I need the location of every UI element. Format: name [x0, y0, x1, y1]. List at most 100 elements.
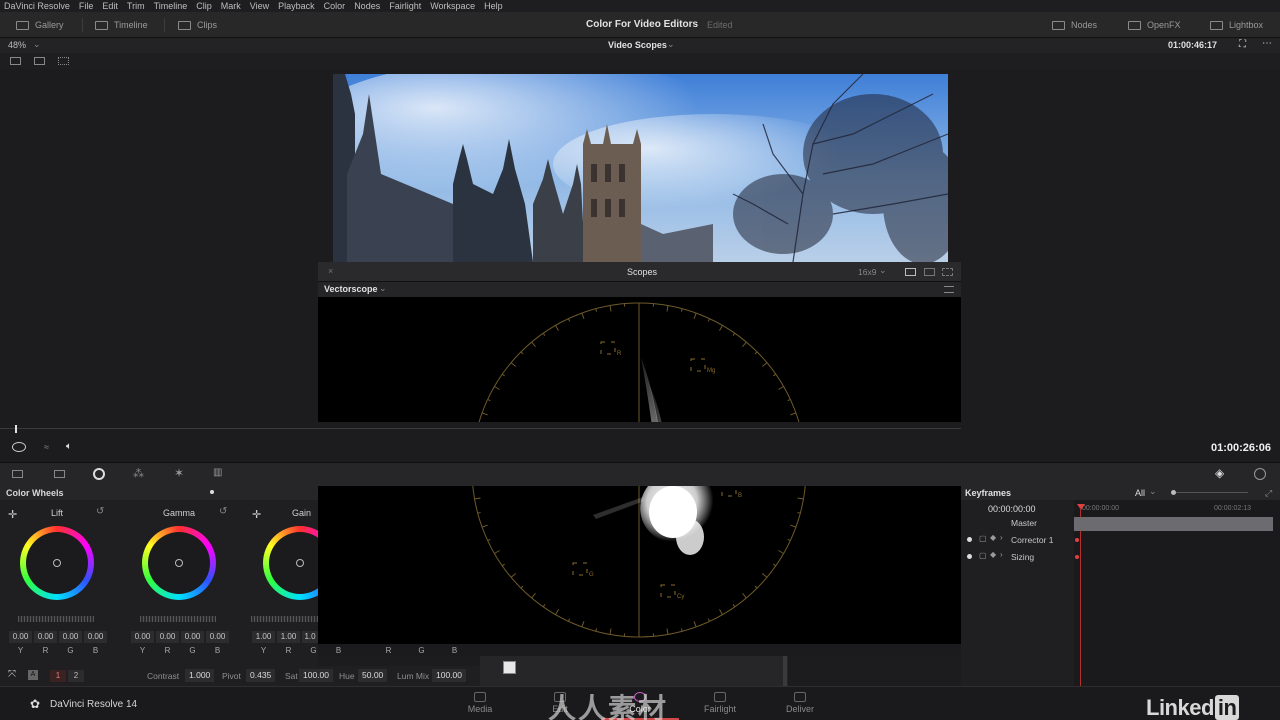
reset-icon[interactable]: ↺ [96, 506, 104, 517]
page-dot[interactable] [210, 490, 214, 494]
keyframe-mode-icon[interactable]: ◆ [990, 533, 996, 542]
menu-trim[interactable]: Trim [127, 1, 145, 11]
gamma-r-value[interactable]: 0.00 [156, 631, 179, 643]
gain-wheel[interactable] [263, 526, 318, 600]
lock-icon[interactable]: ▢ [979, 534, 987, 543]
color-wheels-icon[interactable] [93, 468, 105, 480]
lift-y-value[interactable]: 0.00 [9, 631, 32, 643]
hue-value[interactable]: 50.00 [358, 669, 388, 682]
gain-wheel-handle[interactable] [296, 559, 304, 567]
lum-mix-value[interactable]: 100.00 [432, 669, 466, 682]
menu-nodes[interactable]: Nodes [354, 1, 380, 11]
keyframe-marker[interactable] [1075, 555, 1079, 559]
lift-wheel[interactable] [20, 526, 94, 600]
crosshair-icon[interactable]: ✛ [252, 508, 261, 521]
speaker-icon[interactable]: 🔈︎ [66, 441, 72, 452]
aspect-dropdown[interactable]: 16x9 [858, 267, 876, 277]
menu-timeline[interactable]: Timeline [154, 1, 188, 11]
menu-edit[interactable]: Edit [102, 1, 118, 11]
scope-type-dropdown[interactable]: Vectorscope [324, 284, 378, 294]
color-match-icon[interactable] [54, 470, 65, 478]
lift-b-value[interactable]: 0.00 [84, 631, 107, 643]
keyframe-row-master[interactable]: Master [961, 516, 1074, 532]
timeline-button[interactable]: Timeline [95, 17, 148, 33]
info-icon[interactable] [1254, 468, 1266, 480]
gamma-y-value[interactable]: 0.00 [131, 631, 154, 643]
menu-view[interactable]: View [250, 1, 269, 11]
menu-fairlight[interactable]: Fairlight [389, 1, 421, 11]
node-thumbnail[interactable] [503, 661, 516, 674]
page-2-button[interactable]: 2 [68, 670, 84, 682]
motion-effects-icon[interactable]: ✶ [174, 466, 184, 480]
lift-r-value[interactable]: 0.00 [34, 631, 57, 643]
menu-workspace[interactable]: Workspace [430, 1, 475, 11]
scrub-track[interactable] [0, 428, 961, 429]
auto-balance-icon[interactable]: A [28, 670, 38, 680]
gain-r-value[interactable]: 1.00 [277, 631, 300, 643]
menu-color[interactable]: Color [324, 1, 346, 11]
lift-master-wheel[interactable] [18, 616, 94, 622]
gallery-button[interactable]: Gallery [16, 17, 64, 33]
keyframe-filter-dropdown[interactable]: All [1135, 488, 1145, 498]
scrub-playhead[interactable] [15, 425, 17, 433]
menu-mark[interactable]: Mark [221, 1, 241, 11]
dual-layout-icon[interactable] [924, 268, 935, 276]
scopes-icon[interactable]: ▥ [213, 467, 222, 478]
page-fairlight[interactable]: Fairlight [690, 692, 750, 714]
keyframe-mode-icon[interactable]: ◆ [990, 550, 996, 559]
fullscreen-icon[interactable]: ⛶ [1239, 39, 1246, 50]
lightbox-button[interactable]: Lightbox [1210, 17, 1263, 33]
page-deliver[interactable]: Deliver [770, 692, 830, 714]
gamma-b-value[interactable]: 0.00 [206, 631, 229, 643]
pivot-value[interactable]: 0.435 [246, 669, 276, 682]
keyframe-row-sizing[interactable]: ▢ ◆ › Sizing [961, 550, 1074, 566]
crosshair-icon[interactable]: ✛ [8, 508, 17, 521]
viewer-layout-icon[interactable] [10, 57, 21, 65]
keyframe-icon[interactable]: ◈ [1215, 466, 1224, 480]
menu-playback[interactable]: Playback [278, 1, 315, 11]
openfx-button[interactable]: OpenFX [1128, 17, 1181, 33]
nodes-button[interactable]: Nodes [1052, 17, 1097, 33]
chevron-right-icon[interactable]: › [1000, 533, 1003, 542]
gain-master-wheel[interactable] [251, 616, 318, 622]
clips-button[interactable]: Clips [178, 17, 217, 33]
menu-clip[interactable]: Clip [196, 1, 212, 11]
keyframe-marker[interactable] [1075, 538, 1079, 542]
ripple-icon[interactable]: ≈ [44, 442, 49, 452]
target-icon[interactable] [12, 442, 26, 452]
sat-value[interactable]: 100.00 [299, 669, 333, 682]
camera-raw-icon[interactable] [12, 470, 23, 478]
gamma-wheel-handle[interactable] [175, 559, 183, 567]
close-icon[interactable]: × [328, 266, 333, 276]
more-options-icon[interactable]: ⋯ [1262, 38, 1272, 49]
single-layout-icon[interactable] [905, 268, 916, 276]
lift-wheel-handle[interactable] [53, 559, 61, 567]
zoom-dropdown[interactable]: 48% [8, 40, 26, 50]
page-media[interactable]: Media [450, 692, 510, 714]
lock-icon[interactable]: ▢ [979, 551, 987, 560]
rgb-mixer-icon[interactable]: ⁂ [133, 467, 144, 480]
gain-g-value[interactable]: 1.0 [302, 631, 318, 643]
zoom-slider[interactable] [1176, 492, 1248, 493]
viewer-mode-dropdown[interactable]: Video Scopes [608, 40, 667, 50]
highlight-icon[interactable] [58, 57, 69, 65]
viewer-frame[interactable] [333, 74, 948, 262]
contrast-value[interactable]: 1.000 [185, 669, 215, 682]
quad-layout-icon[interactable] [942, 268, 953, 276]
keyframe-playhead[interactable] [1077, 504, 1085, 510]
page-1-button[interactable]: 1 [50, 670, 66, 682]
menu-app[interactable]: DaVinci Resolve [4, 1, 70, 11]
keyframe-row-corrector[interactable]: ▢ ◆ › Corrector 1 [961, 533, 1074, 549]
gamma-g-value[interactable]: 0.00 [181, 631, 204, 643]
gain-y-value[interactable]: 1.00 [252, 631, 275, 643]
chevron-right-icon[interactable]: › [1000, 550, 1003, 559]
expand-icon[interactable]: ⤢ [1265, 488, 1272, 499]
menu-file[interactable]: File [79, 1, 94, 11]
scope-settings-icon[interactable] [944, 286, 954, 293]
enable-dot[interactable] [967, 554, 972, 559]
menu-help[interactable]: Help [484, 1, 503, 11]
gamma-master-wheel[interactable] [140, 616, 216, 622]
picker-icon[interactable]: ⤧ [8, 669, 16, 680]
lift-g-value[interactable]: 0.00 [59, 631, 82, 643]
split-screen-icon[interactable] [34, 57, 45, 65]
